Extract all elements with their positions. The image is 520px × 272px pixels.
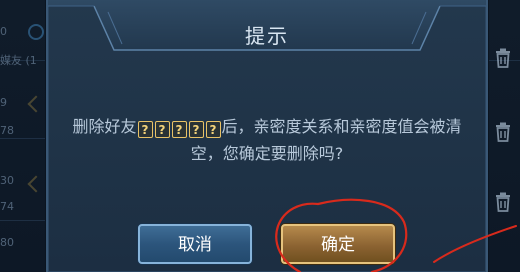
background-action-column xyxy=(486,0,520,272)
background-text: 78 xyxy=(0,124,14,137)
background-friend-list: 0 媒友 (1 9 78 30 74 80 xyxy=(0,0,46,272)
background-text: 0 xyxy=(0,25,7,38)
background-text: 80 xyxy=(0,236,14,249)
cancel-button[interactable]: 取消 xyxy=(138,224,252,264)
dialog-title: 提示 xyxy=(245,24,289,48)
name-glyph: ? xyxy=(171,121,187,138)
screen: 0 媒友 (1 9 78 30 74 80 提示 删除好友 ? ? ? ? ? … xyxy=(0,0,520,272)
chevron-icon xyxy=(27,95,45,113)
name-glyph: ? xyxy=(188,121,204,138)
status-ring-icon xyxy=(28,24,44,40)
name-glyph: ? xyxy=(205,121,221,138)
confirm-button[interactable]: 确定 xyxy=(281,224,395,264)
background-row: 9 78 xyxy=(0,78,46,139)
background-text: 30 xyxy=(0,174,14,187)
dialog-title-bar: 提示 xyxy=(48,0,486,66)
chevron-icon xyxy=(27,175,45,193)
dialog-message: 删除好友????? 后，亲密度关系和亲密度值会被清空，您确定要删除吗? xyxy=(66,114,468,166)
background-text: 媒友 (1 xyxy=(0,54,37,67)
trash-icon[interactable] xyxy=(494,192,512,212)
background-row: 30 74 xyxy=(0,160,46,221)
trash-icon[interactable] xyxy=(494,48,512,68)
name-glyph: ? xyxy=(154,121,170,138)
message-suffix: 后，亲密度关系和亲密度值会被清空，您确定要删除吗? xyxy=(190,117,462,163)
delete-friend-dialog: 提示 删除好友????? 后，亲密度关系和亲密度值会被清空，您确定要删除吗? 取消… xyxy=(46,0,488,272)
background-text: 9 xyxy=(0,96,7,109)
message-prefix: 删除好友 xyxy=(72,117,137,136)
background-text: 74 xyxy=(0,200,14,213)
background-row: 媒友 (1 xyxy=(0,40,46,70)
background-row: 80 xyxy=(0,222,46,272)
name-glyph: ? xyxy=(137,121,153,138)
trash-icon[interactable] xyxy=(494,122,512,142)
friend-name-placeholder: ????? xyxy=(137,116,222,141)
